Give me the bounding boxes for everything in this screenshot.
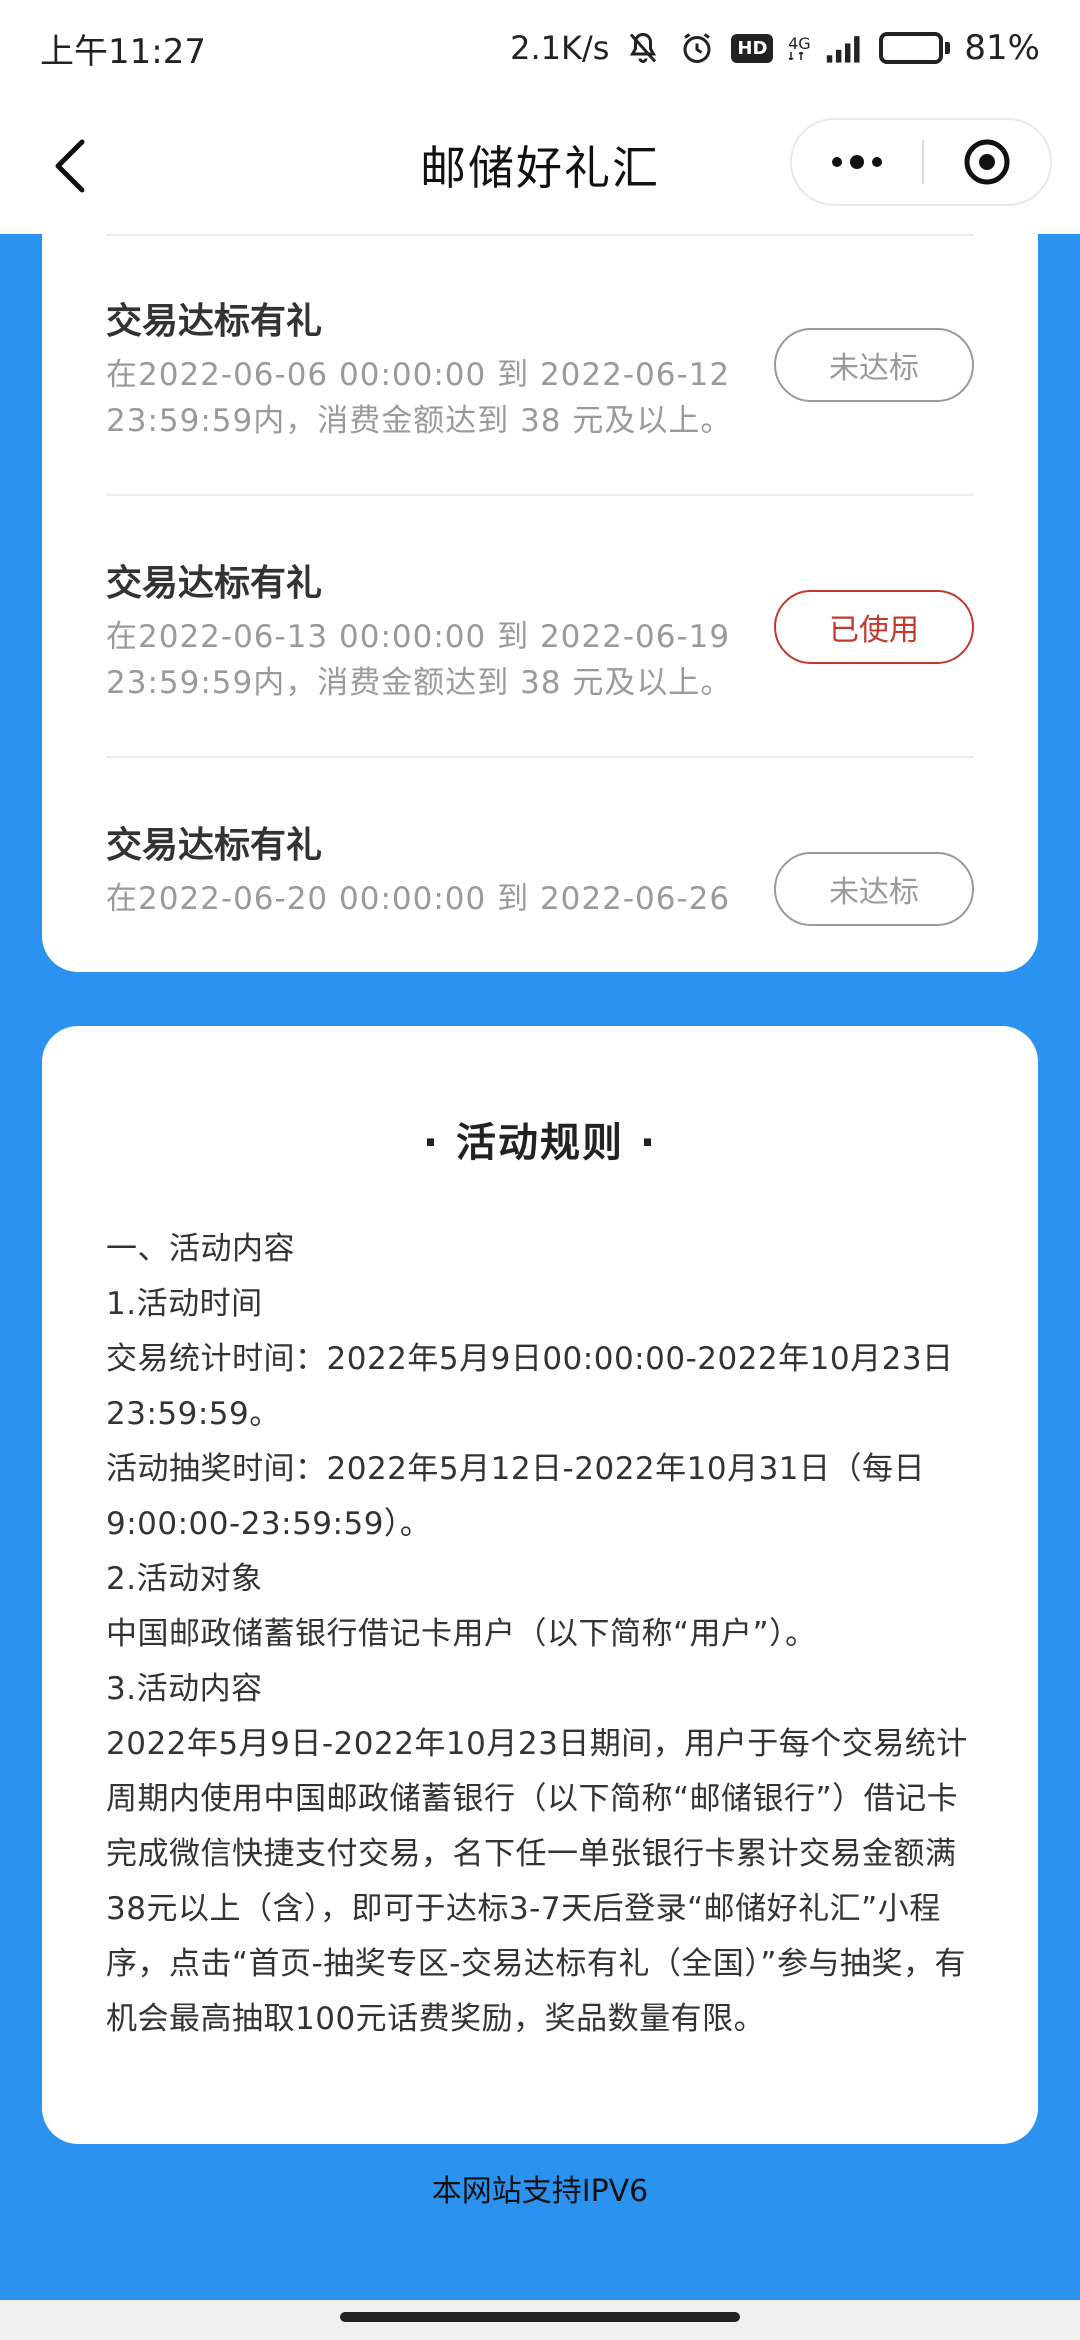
status-button-used[interactable]: 已使用 [774, 590, 974, 664]
rules-body: 一、活动内容 1.活动时间 交易统计时间：2022年5月9日00:00:00-2… [106, 1222, 974, 2047]
signal-icon [825, 28, 865, 68]
ipv6-note: 本网站支持IPV6 [431, 2174, 649, 2209]
status-bar: 上午11:27 2.1K/s HD 4G 81% [0, 0, 1080, 96]
rules-line: 活动抽奖时间：2022年5月12日-2022年10月31日（每日9:00:00-… [106, 1451, 926, 1542]
task-description: 在2022-06-06 00:00:00 到 2022-06-12 23:59:… [106, 352, 746, 444]
battery-percent: 81% [964, 28, 1040, 68]
rules-line: 一、活动内容 [106, 1231, 295, 1267]
task-description: 在2022-06-13 00:00:00 到 2022-06-19 23:59:… [106, 614, 746, 706]
rules-line: 3.活动内容 [106, 1671, 263, 1707]
task-title: 交易达标有礼 [106, 825, 323, 866]
rules-line: 交易统计时间：2022年5月9日00:00:00-2022年10月23日23:5… [106, 1341, 954, 1432]
alarm-icon [677, 28, 717, 68]
task-list-card: 交易达标有礼 在2022-06-06 00:00:00 到 2022-06-12… [42, 234, 1038, 972]
task-title: 交易达标有礼 [106, 301, 323, 342]
task-title: 交易达标有礼 [106, 563, 323, 604]
rules-line: 2.活动对象 [106, 1561, 263, 1597]
list-item: 交易达标有礼 在2022-06-06 00:00:00 到 2022-06-12… [106, 234, 974, 496]
battery-icon [879, 32, 951, 64]
more-button[interactable] [792, 120, 922, 204]
screen: 上午11:27 2.1K/s HD 4G 81% 邮储好礼汇 交易达标有礼 在2… [0, 0, 1080, 2340]
target-close-icon [964, 139, 1010, 185]
close-miniprogram-button[interactable] [924, 120, 1050, 204]
rules-title: · 活动规则 · [422, 1120, 658, 1166]
status-icons: 2.1K/s HD 4G 81% [510, 28, 1040, 68]
list-item: 交易达标有礼 在2022-06-13 00:00:00 到 2022-06-19… [106, 496, 974, 758]
rules-line: 中国邮政储蓄银行借记卡用户（以下简称“用户”）。 [106, 1616, 817, 1652]
task-desc-line: 23:59:59内，消费金额达到 38 元及以上。 [106, 665, 733, 701]
rules-line: 1.活动时间 [106, 1286, 263, 1322]
more-dots-icon [832, 155, 882, 169]
task-desc-line: 在2022-06-06 00:00:00 到 2022-06-12 [106, 357, 731, 393]
network-type-label: 4G [788, 34, 811, 53]
status-button-not-reached[interactable]: 未达标 [774, 328, 974, 402]
miniprogram-capsule [790, 118, 1052, 206]
bell-muted-icon [623, 28, 663, 68]
nav-bar: 邮储好礼汇 [0, 96, 1080, 234]
page-title: 邮储好礼汇 [420, 141, 660, 195]
rules-line: 2022年5月9日-2022年10月23日期间，用户于每个交易统计周期内使用中国… [106, 1726, 968, 2037]
home-indicator[interactable] [340, 2312, 740, 2322]
task-desc-line: 在2022-06-13 00:00:00 到 2022-06-19 [106, 619, 731, 655]
list-item: 交易达标有礼 在2022-06-20 00:00:00 到 2022-06-26… [106, 758, 974, 972]
task-description: 在2022-06-20 00:00:00 到 2022-06-26 [106, 876, 746, 922]
status-time: 上午11:27 [40, 31, 206, 72]
gesture-area [0, 2300, 1080, 2340]
activity-rules-card: · 活动规则 · 一、活动内容 1.活动时间 交易统计时间：2022年5月9日0… [42, 1026, 1038, 2144]
hd-badge: HD [731, 33, 774, 63]
status-button-not-reached[interactable]: 未达标 [774, 852, 974, 926]
chevron-left-icon [55, 139, 85, 193]
task-desc-line: 在2022-06-20 00:00:00 到 2022-06-26 [106, 881, 731, 917]
network-type: 4G [787, 36, 811, 60]
net-speed: 2.1K/s [510, 29, 610, 67]
back-button[interactable] [30, 126, 110, 206]
task-desc-line: 23:59:59内，消费金额达到 38 元及以上。 [106, 403, 733, 439]
